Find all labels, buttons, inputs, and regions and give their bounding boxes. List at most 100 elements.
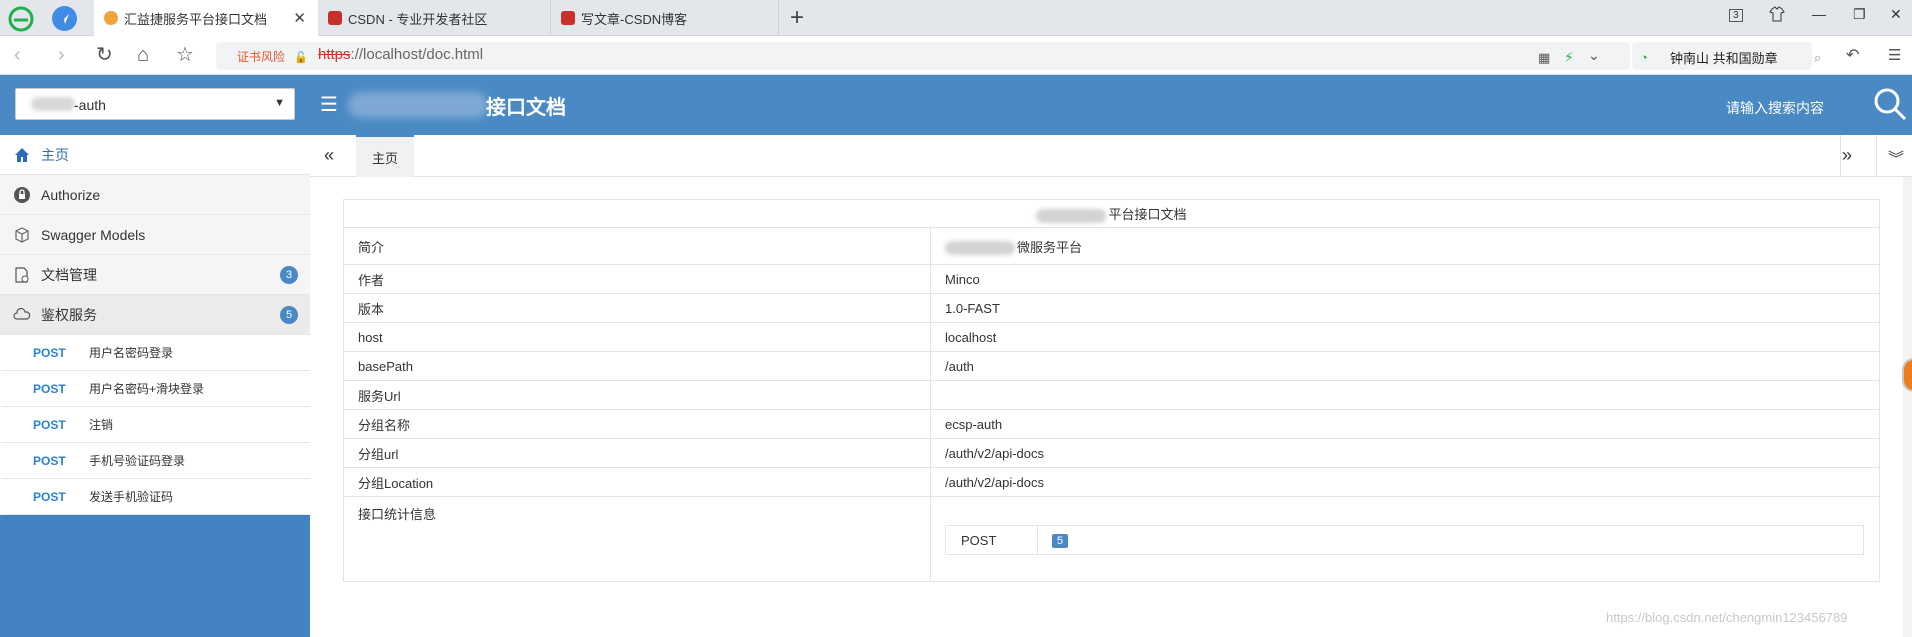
menu-toggle-icon[interactable]: ☰ — [320, 95, 338, 115]
row-key: 作者 — [343, 264, 931, 294]
table-row: 作者 Minco — [343, 264, 1880, 294]
table-row: 分组url /auth/v2/api-docs — [343, 438, 1880, 468]
row-value: ecsp-auth — [930, 409, 1880, 439]
minimize-icon[interactable]: — — [1812, 6, 1826, 22]
row-key: 简介 — [343, 227, 931, 265]
sidebar-item-doc-manage[interactable]: 文档管理 3 — [0, 255, 310, 295]
table-row: 分组名称 ecsp-auth — [343, 409, 1880, 439]
divider — [1840, 135, 1841, 177]
divider — [1876, 135, 1877, 177]
redacted-title — [348, 92, 488, 118]
hot-search-text[interactable]: 钟南山 共和国勋章 — [1670, 48, 1778, 67]
search-icon[interactable] — [1872, 86, 1908, 122]
api-name: 注销 — [89, 418, 114, 432]
doc-title: 平台接口文档 — [343, 199, 1880, 228]
row-key: host — [343, 322, 931, 352]
sidebar-item-home[interactable]: 主页 — [0, 135, 310, 175]
search-icon[interactable]: ⌕ — [1814, 48, 1821, 68]
csdn-favicon-icon — [561, 11, 575, 25]
scroll-left-icon[interactable]: « — [324, 145, 334, 166]
redacted-text — [31, 97, 75, 111]
forward-icon[interactable]: › — [58, 45, 65, 65]
url-text[interactable]: https://localhost/doc.html — [318, 46, 483, 63]
browser-tab-active[interactable]: 汇益捷服务平台接口文档 ✕ — [94, 0, 318, 36]
row-key: 分组Location — [343, 467, 931, 497]
doc-info-table: 平台接口文档 简介 微服务平台 作者 Minco 版本 1.0-FAST hos… — [343, 199, 1880, 582]
cert-warning[interactable]: 证书风险 — [237, 48, 285, 65]
table-row: 分组Location /auth/v2/api-docs — [343, 467, 1880, 497]
api-item[interactable]: POST 用户名密码+滑块登录 — [0, 371, 310, 407]
row-value: POST 5 — [930, 496, 1880, 582]
row-key: 分组名称 — [343, 409, 931, 439]
tab-title: CSDN - 专业开发者社区 — [348, 11, 488, 27]
count-badge: 3 — [280, 266, 298, 284]
back-icon[interactable]: ‹ — [14, 45, 21, 65]
table-row: basePath /auth — [343, 351, 1880, 381]
api-name: 发送手机验证码 — [89, 490, 174, 504]
row-value: /auth/v2/api-docs — [930, 467, 1880, 497]
stats-count-cell: 5 — [1037, 525, 1864, 555]
home-browser-icon[interactable]: ⌂ — [137, 45, 149, 65]
table-row: host localhost — [343, 322, 1880, 352]
chevron-down-icon[interactable]: ⌄ — [1588, 45, 1600, 65]
restore-icon[interactable]: ❐ — [1853, 6, 1866, 23]
sidebar-item-label: 文档管理 — [41, 266, 97, 283]
bookmark-star-icon[interactable]: ☆ — [176, 45, 194, 65]
redacted-text — [1036, 208, 1107, 223]
row-key: 分组url — [343, 438, 931, 468]
api-name: 用户名密码登录 — [89, 346, 174, 360]
table-row: 接口统计信息 POST 5 — [343, 496, 1880, 582]
tab-home[interactable]: 主页 — [356, 135, 414, 177]
row-value: 1.0-FAST — [930, 293, 1880, 323]
close-tab-icon[interactable]: ✕ — [293, 9, 306, 27]
tab-count-icon[interactable]: 3 — [1729, 9, 1743, 22]
http-method: POST — [33, 345, 66, 360]
new-tab-icon[interactable]: + — [790, 4, 804, 32]
home-icon — [15, 147, 29, 162]
content-tab-bar: « 主页 » ︾ — [310, 135, 1912, 177]
qr-code-icon[interactable]: ▦ — [1538, 48, 1550, 68]
tab-title: 写文章-CSDN博客 — [581, 11, 688, 27]
lightning-icon[interactable]: ⚡ — [1564, 47, 1574, 67]
row-key: 接口统计信息 — [343, 496, 931, 582]
http-method: POST — [33, 381, 66, 396]
stats-method: POST — [945, 525, 1038, 555]
http-method: POST — [33, 417, 66, 432]
search-engine-icon: ◔ — [1640, 50, 1648, 65]
api-item[interactable]: POST 注销 — [0, 407, 310, 443]
sidebar-item-swagger-models[interactable]: Swagger Models — [0, 215, 310, 255]
row-value: Minco — [930, 264, 1880, 294]
watermark: https://blog.csdn.net/chengmin123456789 — [1606, 610, 1848, 625]
search-input[interactable]: 请输入搜索内容 — [1726, 98, 1824, 118]
api-item[interactable]: POST 发送手机验证码 — [0, 479, 310, 515]
group-select[interactable]: -auth ▼ — [15, 88, 295, 120]
undo-icon[interactable]: ↶ — [1846, 46, 1859, 66]
close-window-icon[interactable]: ✕ — [1890, 6, 1902, 23]
table-row: 简介 微服务平台 — [343, 227, 1880, 265]
menu-icon[interactable]: ☰ — [1888, 46, 1901, 66]
api-item[interactable]: POST 手机号验证码登录 — [0, 443, 310, 479]
tab-favicon-icon — [104, 11, 118, 25]
sidebar-menu: 主页 Authorize Swagger Models 文档管理 3 鉴权服务 … — [0, 135, 310, 515]
scroll-right-icon[interactable]: » — [1842, 145, 1852, 166]
scrollbar[interactable] — [1903, 177, 1912, 637]
shirt-icon[interactable] — [1769, 6, 1785, 25]
sidebar-item-authorize[interactable]: Authorize — [0, 175, 310, 215]
sidebar-item-auth-service[interactable]: 鉴权服务 5 — [0, 295, 310, 335]
browser-tab-write[interactable]: 写文章-CSDN博客 — [551, 0, 779, 36]
group-select-value: -auth — [74, 97, 106, 113]
refresh-icon[interactable]: ↻ — [96, 45, 113, 65]
browser-tab-csdn[interactable]: CSDN - 专业开发者社区 — [318, 0, 551, 36]
lock-icon — [14, 186, 30, 203]
row-value — [930, 380, 1880, 410]
api-item[interactable]: POST 用户名密码登录 — [0, 335, 310, 371]
redacted-text — [945, 241, 1015, 256]
browser-logo-icon[interactable] — [8, 6, 34, 32]
sidebar-item-label: Authorize — [41, 186, 101, 203]
tab-menu-chevron-icon[interactable]: ︾ — [1888, 145, 1904, 169]
row-value: 微服务平台 — [930, 227, 1880, 265]
navigation-icon[interactable] — [52, 6, 77, 31]
floating-widget-icon[interactable] — [1902, 358, 1912, 392]
row-value: localhost — [930, 322, 1880, 352]
row-key: basePath — [343, 351, 931, 381]
